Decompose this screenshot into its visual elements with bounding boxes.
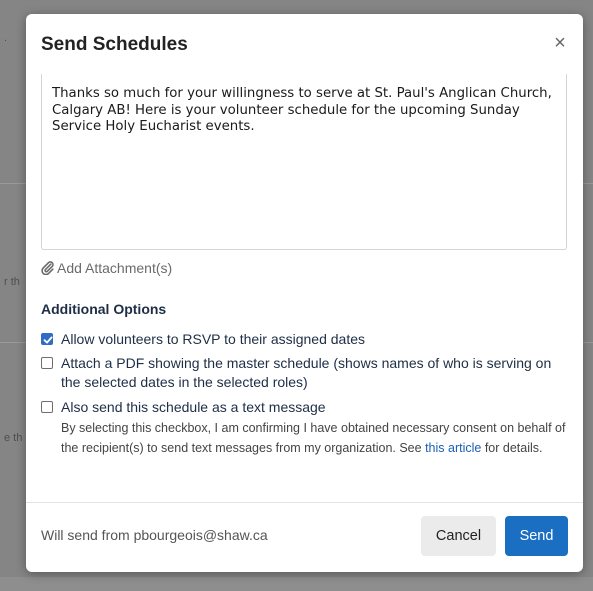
add-attachment-label: Add Attachment(s): [57, 260, 173, 276]
message-textarea[interactable]: Thanks so much for your willingness to s…: [41, 74, 567, 250]
pdf-checkbox[interactable]: [41, 357, 53, 369]
background-text-fragment: .: [4, 32, 8, 44]
background-footer-bar: [0, 577, 593, 591]
sms-label[interactable]: Also send this schedule as a text messag…: [61, 398, 571, 417]
sms-checkbox[interactable]: [41, 401, 53, 413]
additional-options-heading: Additional Options: [41, 301, 167, 317]
pdf-label[interactable]: Attach a PDF showing the master schedule…: [61, 354, 571, 392]
rsvp-label[interactable]: Allow volunteers to RSVP to their assign…: [61, 330, 571, 349]
footer-divider: [26, 502, 583, 503]
background-text-fragment: r th: [4, 276, 20, 288]
dialog-header: Send Schedules ×: [26, 14, 583, 74]
add-attachment-link[interactable]: Add Attachment(s): [41, 259, 172, 277]
sender-email-text: Will send from pbourgeois@shaw.ca: [41, 527, 268, 543]
dialog-title: Send Schedules: [41, 34, 188, 55]
cancel-button[interactable]: Cancel: [421, 516, 496, 556]
paperclip-icon: [41, 261, 54, 275]
checkmark-icon: [43, 336, 53, 344]
sms-consent-disclaimer: By selecting this checkbox, I am confirm…: [61, 418, 571, 458]
this-article-link[interactable]: this article: [425, 441, 481, 455]
disclaimer-text-end: for details.: [481, 441, 543, 455]
send-schedules-dialog: Send Schedules × Thanks so much for your…: [26, 14, 583, 572]
rsvp-checkbox[interactable]: [41, 333, 53, 345]
close-icon[interactable]: ×: [549, 30, 571, 56]
send-button[interactable]: Send: [505, 516, 568, 556]
background-text-fragment: e th: [4, 432, 23, 444]
